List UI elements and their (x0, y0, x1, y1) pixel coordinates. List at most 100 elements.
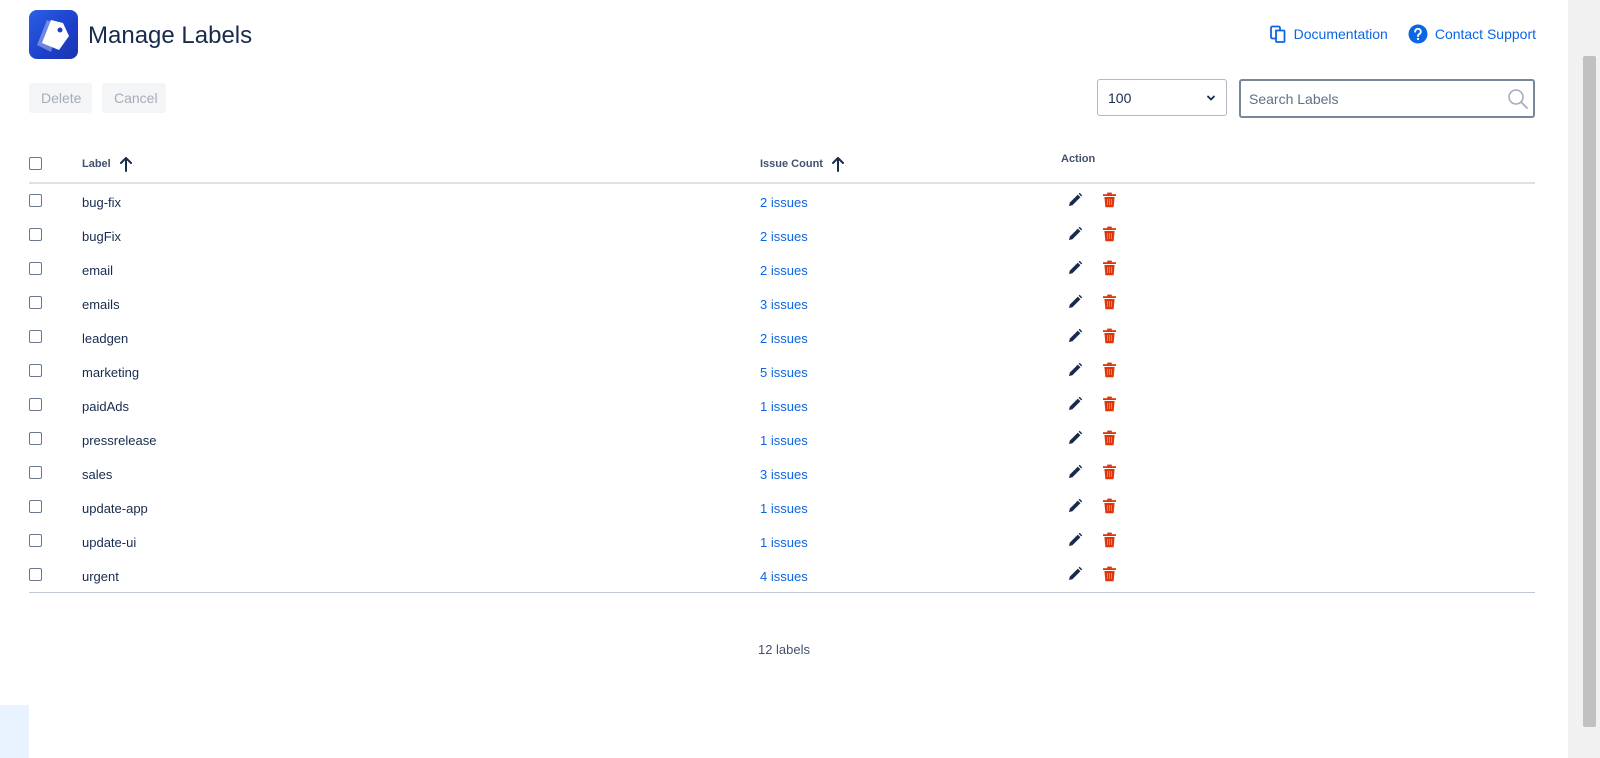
trash-icon[interactable] (1102, 566, 1117, 587)
labels-table: Label Issue Count Action bug-fix 2 issues… (29, 142, 1535, 593)
issue-count-link[interactable]: 5 issues (760, 365, 808, 380)
row-checkbox[interactable] (29, 568, 42, 581)
pencil-icon[interactable] (1067, 192, 1083, 213)
label-name: update-ui (82, 535, 137, 550)
row-checkbox[interactable] (29, 398, 42, 411)
trash-icon[interactable] (1102, 362, 1117, 383)
label-name: pressrelease (82, 433, 157, 448)
pencil-icon[interactable] (1067, 260, 1083, 281)
table-row: pressrelease 1 issues (29, 422, 1535, 456)
table-row: sales 3 issues (29, 456, 1535, 490)
row-checkbox[interactable] (29, 500, 42, 513)
table-row: bug-fix 2 issues (29, 184, 1535, 218)
table-row: bugFix 2 issues (29, 218, 1535, 252)
label-name: emails (82, 297, 120, 312)
arrow-up-icon (831, 157, 844, 172)
column-header-label[interactable]: Label (82, 156, 133, 172)
delete-button[interactable]: Delete (29, 83, 92, 113)
trash-icon[interactable] (1102, 226, 1117, 247)
table-row: paidAds 1 issues (29, 388, 1535, 422)
trash-icon[interactable] (1102, 294, 1117, 315)
trash-icon[interactable] (1102, 498, 1117, 519)
corner-tab (0, 705, 29, 758)
row-checkbox[interactable] (29, 364, 42, 377)
trash-icon[interactable] (1102, 532, 1117, 553)
app-logo-icon (29, 10, 78, 59)
row-checkbox[interactable] (29, 262, 42, 275)
table-row: leadgen 2 issues (29, 320, 1535, 354)
chevron-down-icon (1207, 95, 1215, 100)
label-name: bug-fix (82, 195, 122, 210)
copy-pages-icon (1269, 25, 1286, 43)
pencil-icon[interactable] (1067, 396, 1083, 417)
issue-count-link[interactable]: 2 issues (760, 195, 808, 210)
table-header: Label Issue Count Action (29, 142, 1535, 184)
trash-icon[interactable] (1102, 328, 1117, 349)
trash-icon[interactable] (1102, 430, 1117, 451)
issue-count-link[interactable]: 1 issues (760, 535, 808, 550)
row-checkbox[interactable] (29, 194, 42, 207)
label-name: paidAds (82, 399, 129, 414)
table-row: email 2 issues (29, 252, 1535, 286)
trash-icon[interactable] (1102, 464, 1117, 485)
issue-count-link[interactable]: 1 issues (760, 399, 808, 414)
pencil-icon[interactable] (1067, 226, 1083, 247)
row-checkbox[interactable] (29, 432, 42, 445)
scrollbar-thumb[interactable] (1583, 56, 1596, 727)
table-row: emails 3 issues (29, 286, 1535, 320)
column-header-issue-count[interactable]: Issue Count (760, 156, 845, 172)
issue-count-link[interactable]: 1 issues (760, 433, 808, 448)
manage-labels-page: Manage Labels Documentation Contact Supp… (0, 0, 1568, 758)
label-name: marketing (82, 365, 140, 380)
issue-count-link[interactable]: 3 issues (760, 297, 808, 312)
row-checkbox[interactable] (29, 466, 42, 479)
table-row: marketing 5 issues (29, 354, 1535, 388)
table-body: bug-fix 2 issues bugFix 2 issues email 2 issu… (29, 184, 1535, 593)
pencil-icon[interactable] (1067, 328, 1083, 349)
pencil-icon[interactable] (1067, 430, 1083, 451)
issue-count-link[interactable]: 3 issues (760, 467, 808, 482)
documentation-label: Documentation (1293, 26, 1388, 42)
trash-icon[interactable] (1102, 396, 1117, 417)
header-links: Documentation Contact Support (1269, 24, 1536, 44)
issue-count-link[interactable]: 2 issues (760, 331, 808, 346)
label-name: leadgen (82, 331, 129, 346)
trash-icon[interactable] (1102, 260, 1117, 281)
row-checkbox[interactable] (29, 296, 42, 309)
trash-icon[interactable] (1102, 192, 1117, 213)
page-size-select[interactable]: 100 (1097, 79, 1227, 116)
arrow-up-icon (119, 157, 132, 172)
label-name: email (82, 263, 114, 278)
pencil-icon[interactable] (1067, 498, 1083, 519)
page-title: Manage Labels (88, 22, 253, 49)
search-input[interactable] (1241, 81, 1507, 116)
issue-count-link[interactable]: 2 issues (760, 263, 808, 278)
pencil-icon[interactable] (1067, 532, 1083, 553)
cancel-button[interactable]: Cancel (102, 83, 166, 113)
select-all-checkbox[interactable] (29, 157, 42, 170)
row-checkbox[interactable] (29, 330, 42, 343)
row-checkbox[interactable] (29, 534, 42, 547)
search-box (1239, 79, 1535, 118)
table-row: update-app 1 issues (29, 490, 1535, 524)
documentation-link[interactable]: Documentation (1269, 25, 1388, 43)
search-icon[interactable] (1507, 88, 1529, 110)
issue-count-link[interactable]: 1 issues (760, 501, 808, 516)
pencil-icon[interactable] (1067, 294, 1083, 315)
pencil-icon[interactable] (1067, 464, 1083, 485)
contact-support-link[interactable]: Contact Support (1408, 24, 1536, 44)
label-total-count: 12 labels (757, 642, 811, 657)
column-header-action: Action (1061, 153, 1095, 165)
column-header-issue-count-text: Issue Count (760, 158, 823, 170)
label-name: sales (82, 467, 113, 482)
row-checkbox[interactable] (29, 228, 42, 241)
label-name: bugFix (82, 229, 122, 244)
pencil-icon[interactable] (1067, 566, 1083, 587)
column-header-action-text: Action (1061, 153, 1096, 165)
issue-count-link[interactable]: 2 issues (760, 229, 808, 244)
question-circle-icon (1408, 24, 1428, 44)
issue-count-link[interactable]: 4 issues (760, 569, 808, 584)
contact-support-label: Contact Support (1434, 26, 1536, 42)
table-row: update-ui 1 issues (29, 524, 1535, 558)
pencil-icon[interactable] (1067, 362, 1083, 383)
